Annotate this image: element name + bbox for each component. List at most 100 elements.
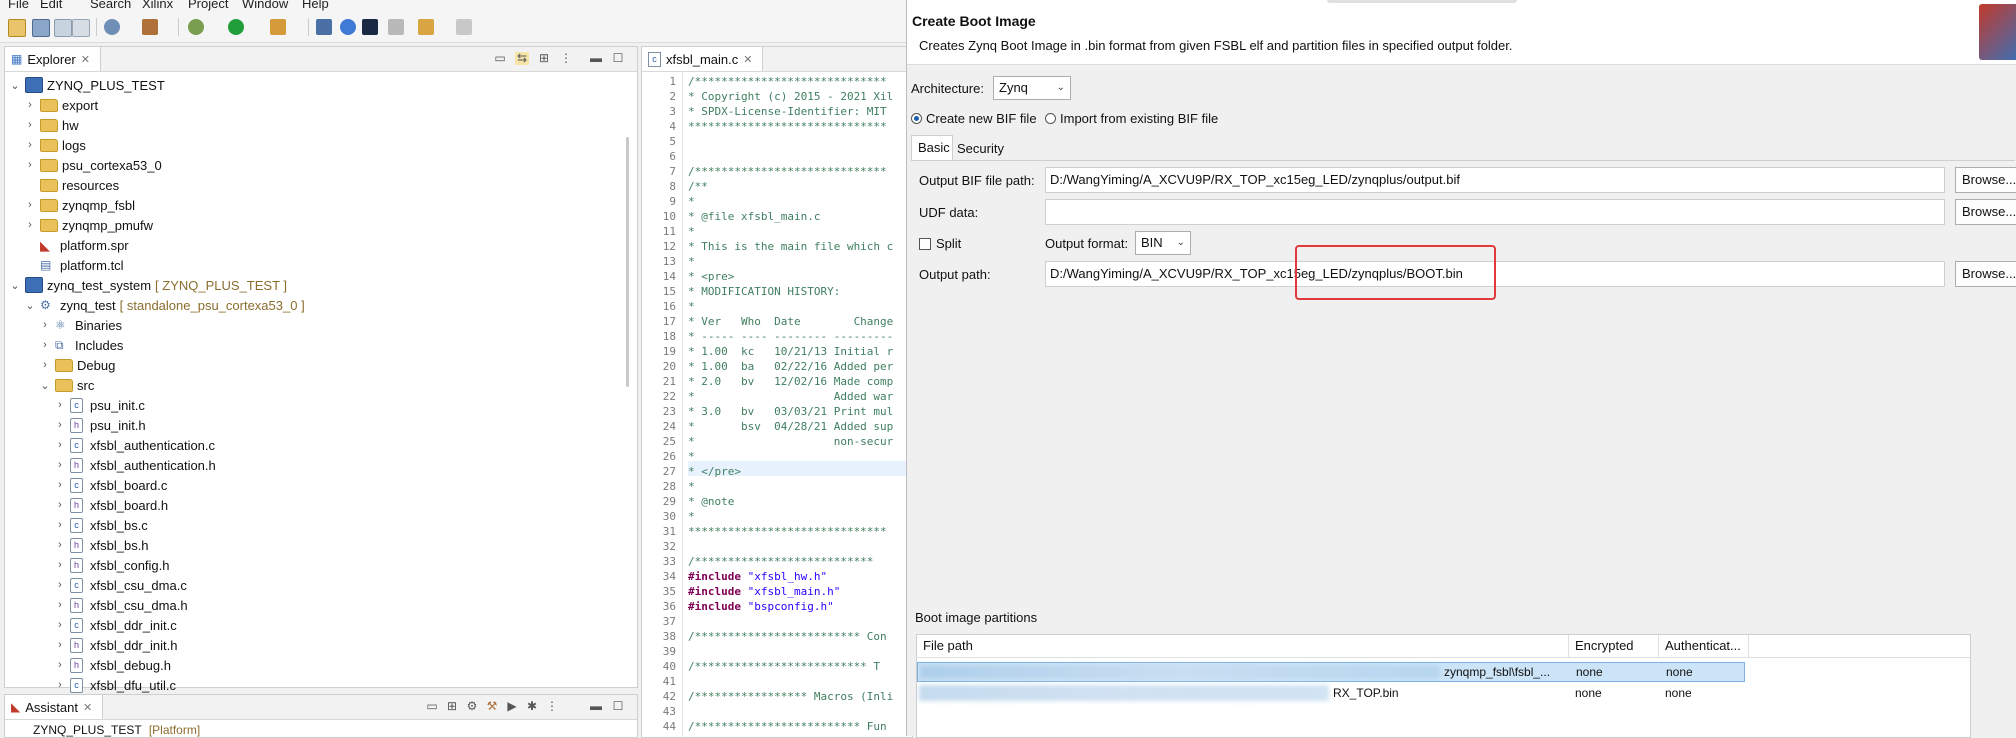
output-bif-field[interactable]: D:/WangYiming/A_XCVU9P/RX_TOP_xc15eg_LED… — [1045, 167, 1945, 193]
chevron-right-icon[interactable]: › — [54, 399, 66, 411]
chevron-right-icon[interactable]: › — [39, 319, 51, 331]
collapse-icon[interactable]: ▭ — [425, 700, 439, 713]
tree-item[interactable]: › c xfsbl_ddr_init.c — [5, 615, 177, 635]
minimize-icon[interactable]: ▬ — [589, 700, 603, 713]
minimize-icon[interactable]: ▬ — [589, 52, 603, 65]
chevron-down-icon[interactable]: ⌄ — [39, 379, 51, 392]
chevron-right-icon[interactable]: › — [39, 339, 51, 351]
col-header-encrypted[interactable]: Encrypted — [1569, 635, 1659, 657]
tree-item[interactable]: ⌄ zynq_test_system[ ZYNQ_PLUS_TEST ] — [5, 275, 287, 295]
chevron-right-icon[interactable]: › — [54, 559, 66, 571]
table-row[interactable]: zynqmp_fsbl\fsbl_... none none — [917, 662, 1745, 682]
save-all-icon[interactable] — [54, 19, 72, 37]
radio-create-new[interactable]: Create new BIF file — [911, 111, 1037, 126]
tree-item[interactable]: resources — [5, 175, 119, 195]
settings-gear-icon[interactable] — [104, 19, 120, 35]
close-icon[interactable]: ✕ — [83, 701, 92, 714]
chevron-right-icon[interactable]: › — [24, 139, 36, 151]
tree-item[interactable]: › export — [5, 95, 98, 115]
maximize-icon[interactable]: ☐ — [611, 52, 625, 65]
build-hammer-icon[interactable] — [142, 19, 158, 35]
tree-item[interactable]: › Debug — [5, 355, 115, 375]
tree-item[interactable]: › h xfsbl_bs.h — [5, 535, 149, 555]
chevron-right-icon[interactable]: › — [54, 539, 66, 551]
browse-udf-button[interactable]: Browse... — [1955, 199, 2016, 225]
close-icon[interactable]: ✕ — [81, 53, 90, 66]
scrollbar[interactable] — [626, 137, 629, 387]
last-edit-icon[interactable] — [418, 19, 434, 35]
udf-field[interactable] — [1045, 199, 1945, 225]
debug-icon[interactable]: ✱ — [525, 700, 539, 713]
tree-item[interactable]: ▤ platform.tcl — [5, 255, 124, 275]
forward-icon[interactable] — [456, 19, 472, 35]
assistant-row[interactable]: ZYNQ_PLUS_TEST [Platform] — [33, 723, 200, 737]
terminal-icon[interactable] — [362, 19, 378, 35]
chevron-right-icon[interactable]: › — [54, 659, 66, 671]
chevron-right-icon[interactable]: › — [54, 459, 66, 471]
back-icon[interactable] — [388, 19, 404, 35]
menu-xilinx[interactable]: Xilinx — [142, 0, 173, 11]
chevron-right-icon[interactable]: › — [39, 359, 51, 371]
menu-file[interactable]: File — [8, 0, 29, 11]
external-tools-icon[interactable] — [270, 19, 286, 35]
tree-item[interactable]: › h xfsbl_board.h — [5, 495, 168, 515]
chevron-right-icon[interactable]: › — [54, 419, 66, 431]
architecture-select[interactable]: Zynq ⌄ — [993, 76, 1071, 100]
program-fpga-icon[interactable] — [316, 19, 332, 35]
tree-item[interactable]: › ⧉ Includes — [5, 335, 123, 355]
tree-item[interactable]: › ⚛ Binaries — [5, 315, 122, 335]
chevron-right-icon[interactable]: › — [24, 159, 36, 171]
chevron-down-icon[interactable]: ⌄ — [24, 299, 36, 312]
run-icon[interactable]: ▶ — [505, 700, 519, 713]
tree-item[interactable]: ⌄ ZYNQ_PLUS_TEST — [5, 75, 165, 95]
hammer-icon[interactable]: ⚒ — [485, 700, 499, 713]
menu-edit[interactable]: Edit — [40, 0, 62, 11]
tree-item[interactable]: ⌄ ⚙ zynq_test[ standalone_psu_cortexa53_0 … — [5, 295, 304, 315]
tree-item[interactable]: › c xfsbl_csu_dma.c — [5, 575, 187, 595]
view-menu-icon[interactable]: ⋮ — [559, 52, 573, 65]
new-icon[interactable] — [8, 19, 26, 37]
chevron-right-icon[interactable]: › — [54, 439, 66, 451]
tree-item[interactable]: › c xfsbl_bs.c — [5, 515, 148, 535]
view-menu-icon[interactable]: ⋮ — [545, 700, 559, 713]
tree-item[interactable]: › hw — [5, 115, 78, 135]
close-icon[interactable]: ✕ — [743, 53, 752, 66]
col-header-file-path[interactable]: File path — [917, 635, 1569, 657]
radio-import-existing[interactable]: Import from existing BIF file — [1045, 111, 1218, 126]
output-format-select[interactable]: BIN ⌄ — [1135, 231, 1191, 255]
tree-item[interactable]: ⌄ src — [5, 375, 94, 395]
link-editor-icon[interactable]: ⇆ — [515, 52, 529, 65]
tree-item[interactable]: › h xfsbl_debug.h — [5, 655, 171, 675]
chevron-right-icon[interactable]: › — [54, 599, 66, 611]
menu-window[interactable]: Window — [242, 0, 288, 11]
menu-project[interactable]: Project — [188, 0, 228, 11]
menu-help[interactable]: Help — [302, 0, 329, 11]
chevron-right-icon[interactable]: › — [24, 99, 36, 111]
chevron-down-icon[interactable]: ⌄ — [9, 79, 21, 92]
tree-item[interactable]: › logs — [5, 135, 86, 155]
tree-item[interactable]: ◣ platform.spr — [5, 235, 129, 255]
assistant-tab[interactable]: ◣ Assistant ✕ — [5, 695, 104, 719]
tree-item[interactable]: › c xfsbl_board.c — [5, 475, 167, 495]
split-checkbox[interactable]: Split — [919, 236, 961, 251]
chevron-right-icon[interactable]: › — [24, 219, 36, 231]
collapse-all-icon[interactable]: ▭ — [493, 52, 507, 65]
chevron-down-icon[interactable]: ⌄ — [9, 279, 21, 292]
col-header-authentication[interactable]: Authenticat... — [1659, 635, 1749, 657]
run-icon[interactable] — [228, 19, 244, 35]
tree-item[interactable]: › c psu_init.c — [5, 395, 145, 415]
print-icon[interactable] — [72, 19, 90, 37]
menu-search[interactable]: Search — [90, 0, 131, 11]
chevron-right-icon[interactable]: › — [54, 479, 66, 491]
chevron-right-icon[interactable]: › — [54, 679, 66, 691]
expand-icon[interactable]: ⊞ — [445, 700, 459, 713]
chevron-right-icon[interactable]: › — [54, 619, 66, 631]
chevron-right-icon[interactable]: › — [54, 519, 66, 531]
tree-item[interactable]: › psu_cortexa53_0 — [5, 155, 162, 175]
tree-item[interactable]: › zynqmp_fsbl — [5, 195, 135, 215]
tree-item[interactable]: › h xfsbl_csu_dma.h — [5, 595, 188, 615]
tree-item[interactable]: › c xfsbl_dfu_util.c — [5, 675, 176, 695]
chevron-right-icon[interactable]: › — [54, 499, 66, 511]
tab-security[interactable]: Security — [953, 138, 1013, 160]
explorer-tab[interactable]: ▦ Explorer ✕ — [5, 47, 101, 71]
